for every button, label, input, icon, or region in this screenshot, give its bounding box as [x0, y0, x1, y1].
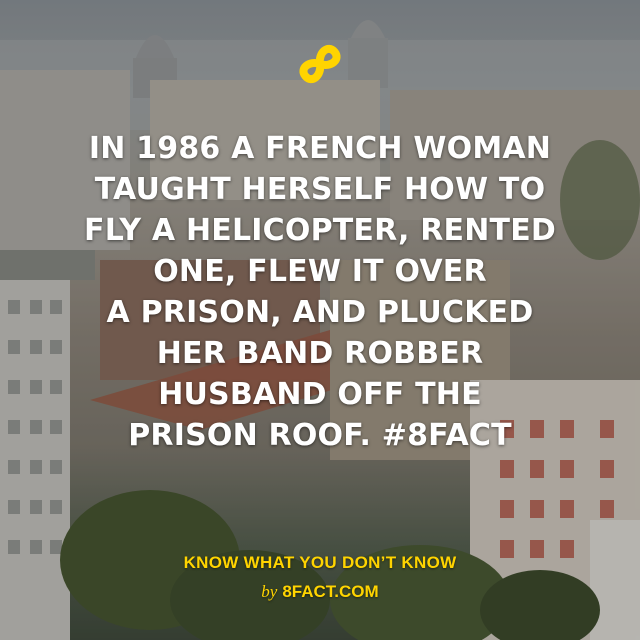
site-link[interactable]: 8FACT.COM: [282, 582, 378, 601]
fact-line: ONE, FLEW IT OVER: [153, 254, 487, 289]
fact-line: IN 1986 A FRENCH WOMAN: [88, 131, 552, 166]
fact-line: FLY A HELICOPTER, RENTED: [84, 213, 556, 248]
fact-text: IN 1986 A FRENCH WOMAN TAUGHT HERSELF HO…: [20, 128, 620, 456]
fact-card: IN 1986 A FRENCH WOMAN TAUGHT HERSELF HO…: [0, 0, 640, 640]
fact-line: HER BAND ROBBER: [156, 336, 484, 371]
fact-line: PRISON ROOF. #8FACT: [128, 418, 512, 453]
fact-line: TAUGHT HERSELF HOW TO: [94, 172, 546, 207]
infinity-eight-icon: [299, 44, 341, 84]
fact-line: A PRISON, AND PLUCKED: [106, 295, 534, 330]
fact-line: HUSBAND OFF THE: [158, 377, 482, 412]
site-credit: by 8FACT.COM: [0, 582, 640, 602]
credit-by: by: [261, 582, 278, 601]
tagline: KNOW WHAT YOU DON’T KNOW: [183, 553, 457, 572]
